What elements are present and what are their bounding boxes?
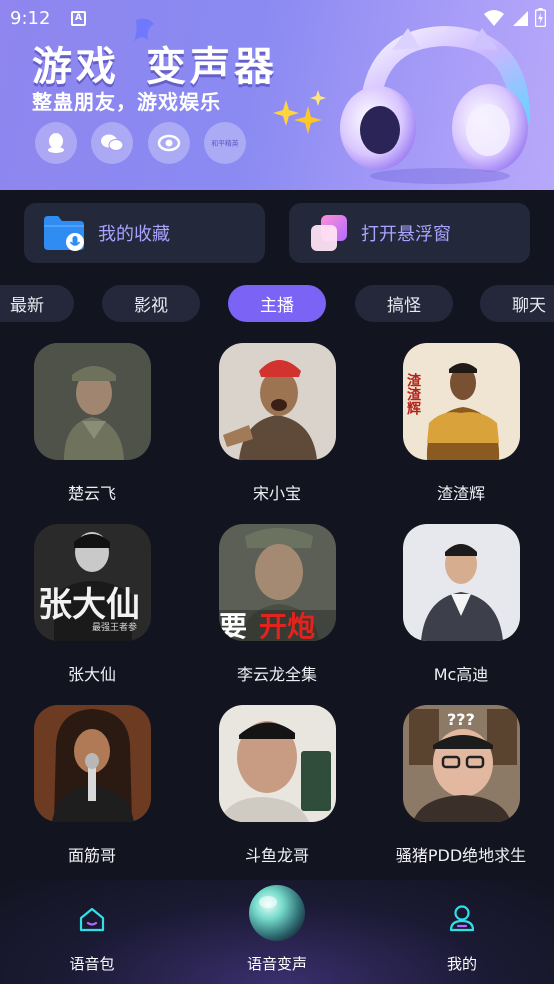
portrait-image — [33, 343, 151, 460]
voice-card[interactable]: 斗鱼龙哥 — [197, 705, 357, 866]
voice-card[interactable]: 渣渣辉 渣渣辉 — [381, 343, 541, 504]
app-screen: 9:12 A 游戏 变声器 整蛊朋友，游戏娱乐 和平精英 我的收藏 打开悬浮窗 … — [0, 0, 554, 984]
user-icon — [449, 905, 475, 932]
portrait-image: 要 开炮 — [218, 524, 336, 641]
floating-window-label: 打开悬浮窗 — [361, 224, 451, 245]
voice-name: 斗鱼龙哥 — [244, 846, 309, 865]
voice-name: Mc高迪 — [433, 665, 489, 684]
hepingjingying-label: 和平精英 — [211, 139, 239, 147]
portrait-image: 张大仙 最强王者参 — [33, 524, 151, 641]
voice-card[interactable]: 面筋哥 — [12, 705, 172, 866]
side-text: 渣渣辉 — [405, 372, 421, 416]
header-banner: 9:12 A 游戏 变声器 整蛊朋友，游戏娱乐 和平精英 — [0, 0, 554, 190]
avatar: ??? — [402, 705, 520, 822]
nav-label: 语音包 — [69, 955, 115, 973]
portrait-image — [402, 524, 520, 641]
nav-label: 我的 — [446, 955, 477, 973]
caption-red: 开炮 — [259, 610, 315, 641]
floating-window-button[interactable]: 打开悬浮窗 — [289, 203, 530, 263]
portrait-image: ??? — [402, 705, 520, 822]
avatar: 渣渣辉 — [402, 343, 520, 460]
portrait-image — [218, 705, 336, 822]
favorites-button[interactable]: 我的收藏 — [24, 203, 265, 263]
avatar — [218, 705, 336, 822]
voice-name: 骚猪PDD绝地求生 — [395, 846, 527, 865]
portrait-image: 渣渣辉 — [402, 343, 520, 460]
app-title-part1: 游戏 — [32, 44, 120, 90]
sparkle-icon — [273, 90, 326, 134]
voice-name: 渣渣辉 — [436, 484, 485, 503]
banner-subtitle: 整蛊朋友，游戏娱乐 — [32, 90, 221, 114]
qq-glyph — [48, 133, 64, 153]
notification-icon: A — [71, 11, 86, 26]
tab-streamer[interactable]: 主播 — [228, 285, 326, 322]
voice-card[interactable]: ??? 骚猪PDD绝地求生 — [381, 705, 541, 866]
tab-film[interactable]: 影视 — [102, 285, 200, 322]
qq-icon[interactable] — [35, 122, 77, 164]
home-icon — [79, 907, 105, 932]
tab-chat[interactable]: 聊天 — [480, 285, 554, 322]
bottom-nav: 语音包 语音变声 我的 — [0, 880, 554, 984]
portrait-image — [33, 705, 151, 822]
eye-icon[interactable] — [148, 122, 190, 164]
voice-card[interactable]: 要 开炮 李云龙全集 — [197, 524, 357, 685]
voice-name: 张大仙 — [67, 665, 116, 684]
voice-card[interactable]: 楚云飞 — [12, 343, 172, 504]
folder-mic-icon — [44, 216, 84, 251]
avatar — [402, 524, 520, 641]
portrait-image — [218, 343, 336, 460]
tab-latest[interactable]: 最新 — [0, 285, 74, 322]
wechat-glyph — [101, 134, 124, 151]
orb-icon — [249, 885, 305, 941]
app-title-part2: 变声器 — [146, 44, 278, 90]
voice-name: 楚云飞 — [67, 484, 116, 503]
overlay-small-text: 最强王者参 — [92, 621, 137, 633]
status-time: 9:12 — [10, 8, 51, 29]
tab-funny[interactable]: 搞怪 — [355, 285, 453, 322]
voice-name: 面筋哥 — [67, 846, 116, 865]
hepingjingying-icon[interactable]: 和平精英 — [204, 122, 246, 164]
ribbon-icon — [134, 18, 154, 42]
avatar — [33, 343, 151, 460]
nav-label: 语音变声 — [246, 955, 307, 973]
voice-name: 李云龙全集 — [236, 665, 317, 684]
voice-card[interactable]: 张大仙 最强王者参 张大仙 — [12, 524, 172, 685]
question-marks: ??? — [447, 710, 475, 729]
avatar: 张大仙 最强王者参 — [33, 524, 151, 641]
overlay-text: 张大仙 — [38, 585, 140, 625]
voice-name: 宋小宝 — [252, 484, 301, 503]
headphone-illustration — [340, 25, 530, 184]
voice-card[interactable]: Mc高迪 — [381, 524, 541, 685]
favorites-label: 我的收藏 — [98, 224, 170, 245]
avatar — [33, 705, 151, 822]
caption-white: 要 — [219, 610, 247, 641]
avatar — [218, 343, 336, 460]
wechat-icon[interactable] — [91, 122, 133, 164]
floating-window-icon — [311, 215, 347, 251]
eye-glyph — [157, 134, 181, 152]
avatar: 要 开炮 — [218, 524, 336, 641]
voice-card[interactable]: 宋小宝 — [197, 343, 357, 504]
